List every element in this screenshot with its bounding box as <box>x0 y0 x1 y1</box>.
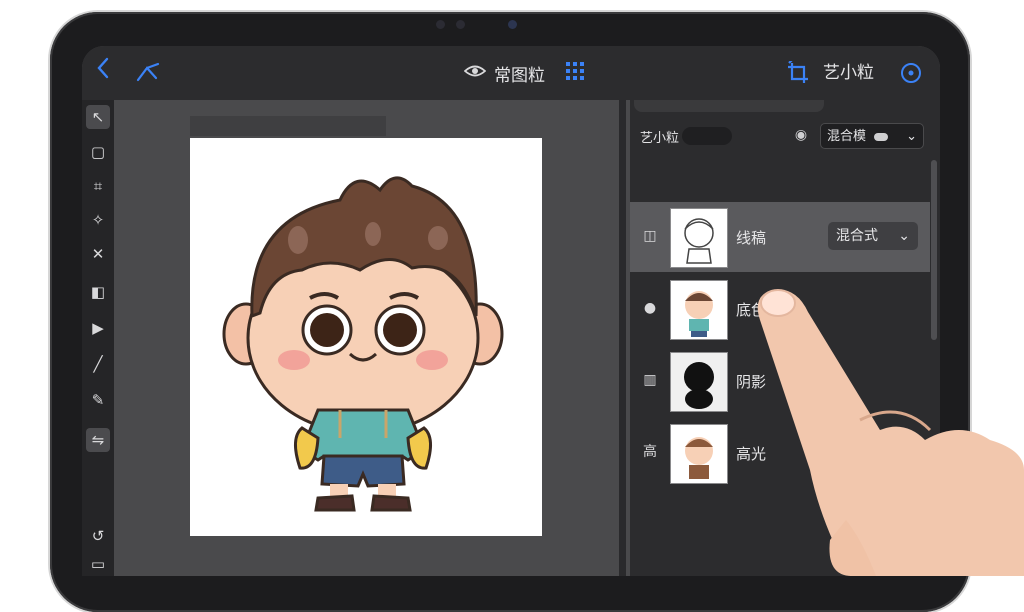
undo-icon[interactable]: ↺ <box>86 524 110 548</box>
canvas-scrollbar[interactable] <box>619 100 626 576</box>
panel-title-label[interactable]: 艺小粒 <box>823 46 874 100</box>
pen-nib-icon[interactable] <box>136 60 162 90</box>
layer-thumbnail <box>670 208 728 268</box>
app-screen: 常图粒 艺小粒 ↖ ▢ ⌗ ✧ ✕ ◧ ▶ ╱ ✎ ⇋ ↺ ▭ 艺小粒 ◉ 混合… <box>82 46 940 576</box>
eyedropper-icon[interactable]: ✎ <box>86 388 110 412</box>
layer-glyph[interactable]: 高 <box>640 442 660 462</box>
layer-row-base-color[interactable]: ● 底色 <box>630 274 930 344</box>
canvas-header-strip <box>190 116 386 136</box>
layer-name-field[interactable] <box>682 127 732 145</box>
compass-icon[interactable] <box>900 62 922 90</box>
transform-tool-icon[interactable]: ⌗ <box>86 174 110 198</box>
layers-panel: 艺小粒 ◉ 混合模 ⌄ ◫ 线稿 混合式 ⌄ ● 底色 ▥ 阴影 高 高光 <box>630 100 940 576</box>
fill-tool-icon[interactable]: ◧ <box>86 280 110 304</box>
canvas-area <box>114 100 619 576</box>
brush-icon[interactable]: ╱ <box>86 352 110 376</box>
camera-dot <box>456 20 465 29</box>
toggle-dot-icon <box>874 132 889 141</box>
document-title-group[interactable]: 常图粒 <box>463 46 585 100</box>
top-bar: 常图粒 艺小粒 <box>82 46 940 100</box>
smudge-tool-icon[interactable]: ✕ <box>86 242 110 266</box>
redo-icon[interactable]: ▭ <box>86 552 110 576</box>
layer-thumbnail <box>670 280 728 340</box>
layer-blend-select[interactable]: 混合式 ⌄ <box>828 222 918 250</box>
layer-frame-icon[interactable]: ◫ <box>640 226 660 246</box>
checker-icon[interactable]: ▥ <box>640 370 660 390</box>
back-chevron-icon[interactable] <box>96 46 110 100</box>
layer-name: 阴影 <box>736 373 767 391</box>
blend-mode-select[interactable]: 混合模 ⌄ <box>820 123 924 149</box>
eye-sparkle-icon <box>463 62 487 84</box>
adjust-tool-icon[interactable]: ⇋ <box>86 428 110 452</box>
layer-row-highlight[interactable]: 高 高光 <box>630 418 930 488</box>
layer-thumbnail <box>670 424 728 484</box>
cartoon-boy-illustration <box>222 176 504 512</box>
selection-tool-icon[interactable]: ▢ <box>86 140 110 164</box>
magic-wand-icon[interactable]: ✧ <box>86 208 110 232</box>
tool-sidebar: ↖ ▢ ⌗ ✧ ✕ ◧ ▶ ╱ ✎ ⇋ ↺ ▭ <box>82 100 114 576</box>
layers-panel-header: 艺小粒 ◉ 混合模 ⌄ <box>630 118 940 156</box>
document-title: 常图粒 <box>494 65 545 86</box>
layer-name: 底色 <box>736 301 767 319</box>
grid-icon[interactable] <box>565 61 585 85</box>
layers-scrollbar[interactable] <box>931 160 937 340</box>
chevron-down-icon: ⌄ <box>898 228 910 244</box>
forward-icon[interactable]: ▶ <box>86 316 110 340</box>
layers-header-label: 艺小粒 <box>640 131 680 146</box>
panel-drag-handle[interactable] <box>634 100 824 112</box>
circle-dot-icon[interactable]: ● <box>640 298 660 318</box>
camera-dot <box>436 20 445 29</box>
drawing-canvas[interactable] <box>190 138 542 536</box>
layer-row-shadow[interactable]: ▥ 阴影 <box>630 346 930 416</box>
layer-row-lineart[interactable]: ◫ 线稿 混合式 ⌄ <box>630 202 930 272</box>
visibility-icon[interactable]: ◉ <box>792 126 810 144</box>
layer-thumbnail <box>670 352 728 412</box>
crop-rotate-icon[interactable] <box>786 59 810 91</box>
chevron-down-icon: ⌄ <box>906 129 917 144</box>
blend-mode-label: 混合模 <box>827 129 867 144</box>
layer-name: 线稿 <box>736 229 767 247</box>
modify-tool-icon[interactable]: ↖ <box>86 105 110 129</box>
front-camera <box>508 20 517 29</box>
layer-blend-label: 混合式 <box>836 228 878 244</box>
layer-name: 高光 <box>736 445 767 463</box>
